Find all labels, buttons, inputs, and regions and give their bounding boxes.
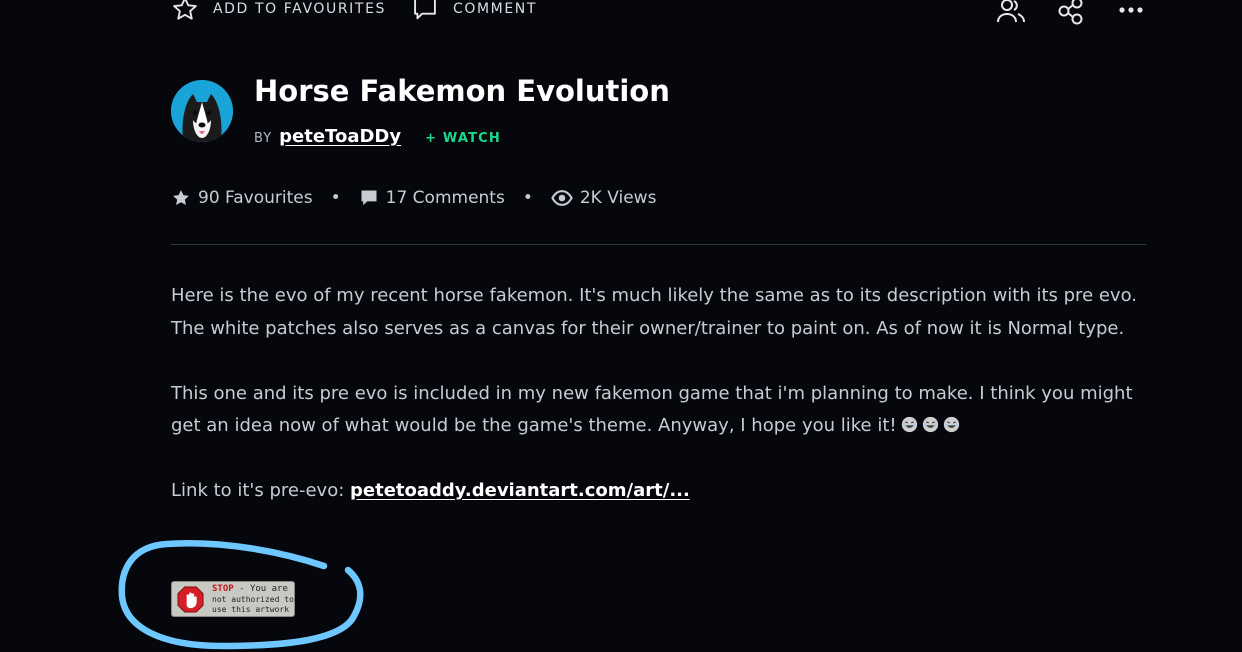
author-avatar[interactable] <box>171 80 233 142</box>
views-count: 2K Views <box>579 188 657 208</box>
author-link[interactable]: peteToaDDy <box>279 126 401 147</box>
description-paragraph: Here is the evo of my recent horse fakem… <box>171 285 1138 339</box>
comments-count: 17 Comments <box>385 188 505 208</box>
deviation-title: Horse Fakemon Evolution <box>254 74 670 108</box>
views-stat: 2K Views <box>551 188 657 208</box>
stamp-stop-word: STOP <box>212 584 234 594</box>
comment-filled-icon <box>361 190 377 206</box>
stamp-line-2: not authorized to <box>212 595 294 604</box>
add-to-favourites-button[interactable]: ADD TO FAVOURITES <box>171 0 386 23</box>
favourites-count: 90 Favourites <box>198 188 313 208</box>
comment-label: COMMENT <box>453 1 538 17</box>
share-button[interactable] <box>1057 0 1085 29</box>
star-outline-icon <box>173 0 197 20</box>
deviation-page: ADD TO FAVOURITES COMMENT Horse Fakemon … <box>0 0 1242 652</box>
more-icon <box>1119 7 1143 13</box>
share-icon <box>1058 0 1083 25</box>
stop-stamp: STOP - You are not authorized to use thi… <box>171 581 295 617</box>
stamp-line-2-3: not authorized to use this artwork <box>212 595 294 614</box>
stats-row: 90 Favourites • 17 Comments • 2K Views <box>171 188 656 208</box>
people-button[interactable] <box>996 0 1026 29</box>
pre-evo-line: Link to it's pre-evo: petetoaddy.deviant… <box>171 475 1146 508</box>
pre-evo-label: Link to it's pre-evo: <box>171 480 351 501</box>
byline: BY peteToaDDy + WATCH <box>254 126 501 147</box>
comment-icon <box>414 0 436 20</box>
star-icon <box>173 190 189 205</box>
comment-button[interactable]: COMMENT <box>411 0 537 23</box>
stop-hand-icon <box>177 586 204 613</box>
more-options-button[interactable] <box>1118 0 1144 24</box>
stat-separator: • <box>522 188 533 208</box>
description-paragraph-2: This one and its pre evo is included in … <box>171 378 1146 443</box>
add-to-favourites-label: ADD TO FAVOURITES <box>213 1 386 17</box>
people-icon <box>997 0 1025 23</box>
laughing-emoji-icon <box>901 416 917 433</box>
laughing-emoji-icon <box>943 416 959 433</box>
description-paragraph-text: This one and its pre evo is included in … <box>171 382 1133 437</box>
laughing-emoji-icon <box>922 416 938 433</box>
stamp-line-3: use this artwork <box>212 604 290 614</box>
stamp-line-1: STOP - You are <box>212 584 288 594</box>
watch-button[interactable]: + WATCH <box>425 131 501 146</box>
pre-evo-link[interactable]: petetoaddy.deviantart.com/art/... <box>350 480 690 501</box>
stat-separator: • <box>330 188 341 208</box>
comments-stat: 17 Comments <box>359 188 505 208</box>
description: Here is the evo of my recent horse fakem… <box>171 280 1146 540</box>
by-label: BY <box>254 131 273 146</box>
stamp-line-1-rest: - You are <box>233 584 288 594</box>
dog-avatar-icon <box>171 80 233 142</box>
divider <box>171 244 1146 245</box>
eye-icon <box>551 190 573 206</box>
favourites-stat: 90 Favourites <box>171 188 313 208</box>
